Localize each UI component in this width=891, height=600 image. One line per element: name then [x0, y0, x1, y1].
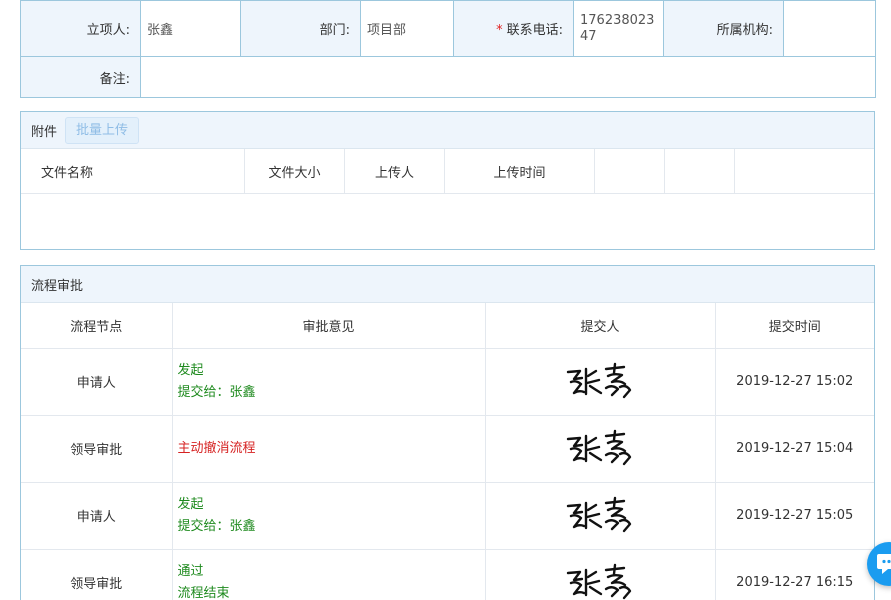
dept-label: 部门:	[241, 1, 361, 57]
org-label: 所属机构:	[664, 1, 784, 57]
submitter-signature	[485, 415, 715, 482]
opinion-line-1: 通过	[178, 561, 485, 583]
handwritten-signature	[562, 494, 638, 534]
flow-node: 领导审批	[21, 549, 172, 600]
column-extra-3	[735, 149, 805, 193]
submit-time: 2019-12-27 16:15	[715, 549, 874, 600]
submitter-signature	[485, 482, 715, 549]
approval-opinion: 发起提交给：张鑫	[172, 482, 485, 549]
column-submitter: 提交人	[485, 303, 715, 348]
submit-time: 2019-12-27 15:04	[715, 415, 874, 482]
org-value	[784, 1, 876, 57]
attachments-title: 附件	[31, 121, 57, 140]
opinion-line-2: 流程结束	[178, 583, 485, 600]
approval-flow-panel: 流程审批 流程节点 审批意见 提交人 提交时间 申请人发起提交给：张鑫2019-…	[20, 265, 875, 600]
dept-value: 项目部	[361, 1, 454, 57]
submit-time: 2019-12-27 15:02	[715, 348, 874, 415]
phone-value: 17623802347	[574, 1, 664, 57]
remark-value	[141, 57, 876, 98]
approval-row: 领导审批通过流程结束 2019-12-27 16:15	[21, 549, 874, 600]
project-info-form: 立项人: 张鑫 部门: 项目部 * 联系电话: 17623802347 所属机构:…	[20, 0, 876, 98]
attachments-panel: 附件 批量上传 文件名称 文件大小 上传人 上传时间	[20, 111, 875, 250]
column-submit-time: 提交时间	[715, 303, 874, 348]
batch-upload-button[interactable]: 批量上传	[65, 117, 139, 144]
approval-row: 申请人发起提交给：张鑫 2019-12-27 15:05	[21, 482, 874, 549]
required-mark: *	[496, 23, 503, 38]
flow-node: 申请人	[21, 348, 172, 415]
flow-node: 领导审批	[21, 415, 172, 482]
approval-flow-title: 流程审批	[21, 266, 874, 303]
phone-label-cell: * 联系电话:	[454, 1, 574, 57]
handwritten-signature	[562, 561, 638, 600]
approval-opinion: 主动撤消流程	[172, 415, 485, 482]
column-uploader: 上传人	[345, 149, 445, 193]
submit-time: 2019-12-27 15:05	[715, 482, 874, 549]
phone-label: 联系电话:	[507, 23, 563, 38]
handwritten-signature	[562, 427, 638, 467]
column-file-name: 文件名称	[21, 149, 245, 193]
approval-row: 领导审批主动撤消流程 2019-12-27 15:04	[21, 415, 874, 482]
approval-flow-table: 流程节点 审批意见 提交人 提交时间 申请人发起提交给：张鑫2019-12-27…	[21, 303, 874, 600]
applicant-value: 张鑫	[141, 1, 241, 57]
opinion-line-1: 发起	[178, 494, 485, 516]
approval-header-row: 流程节点 审批意见 提交人 提交时间	[21, 303, 874, 348]
flow-node: 申请人	[21, 482, 172, 549]
approval-row: 申请人发起提交给：张鑫 2019-12-27 15:02	[21, 348, 874, 415]
handwritten-signature	[562, 360, 638, 400]
approval-opinion: 发起提交给：张鑫	[172, 348, 485, 415]
submitter-signature	[485, 549, 715, 600]
opinion-line-1: 主动撤消流程	[178, 438, 485, 460]
opinion-line-1: 发起	[178, 360, 485, 382]
column-upload-time: 上传时间	[445, 149, 595, 193]
opinion-line-2: 提交给：张鑫	[178, 516, 485, 538]
submitter-signature	[485, 348, 715, 415]
opinion-line-2: 提交给：张鑫	[178, 382, 485, 404]
remark-label: 备注:	[21, 57, 141, 98]
page-root: 立项人: 张鑫 部门: 项目部 * 联系电话: 17623802347 所属机构:…	[0, 0, 891, 600]
attachments-header: 附件 批量上传	[21, 112, 874, 149]
chat-bubble-icon	[876, 552, 891, 576]
column-file-size: 文件大小	[245, 149, 345, 193]
column-extra-1	[595, 149, 665, 193]
column-extra-2	[665, 149, 735, 193]
attachments-column-headers: 文件名称 文件大小 上传人 上传时间	[21, 149, 874, 194]
column-approval-opinion: 审批意见	[172, 303, 485, 348]
approval-opinion: 通过流程结束	[172, 549, 485, 600]
applicant-label: 立项人:	[21, 1, 141, 57]
column-flow-node: 流程节点	[21, 303, 172, 348]
